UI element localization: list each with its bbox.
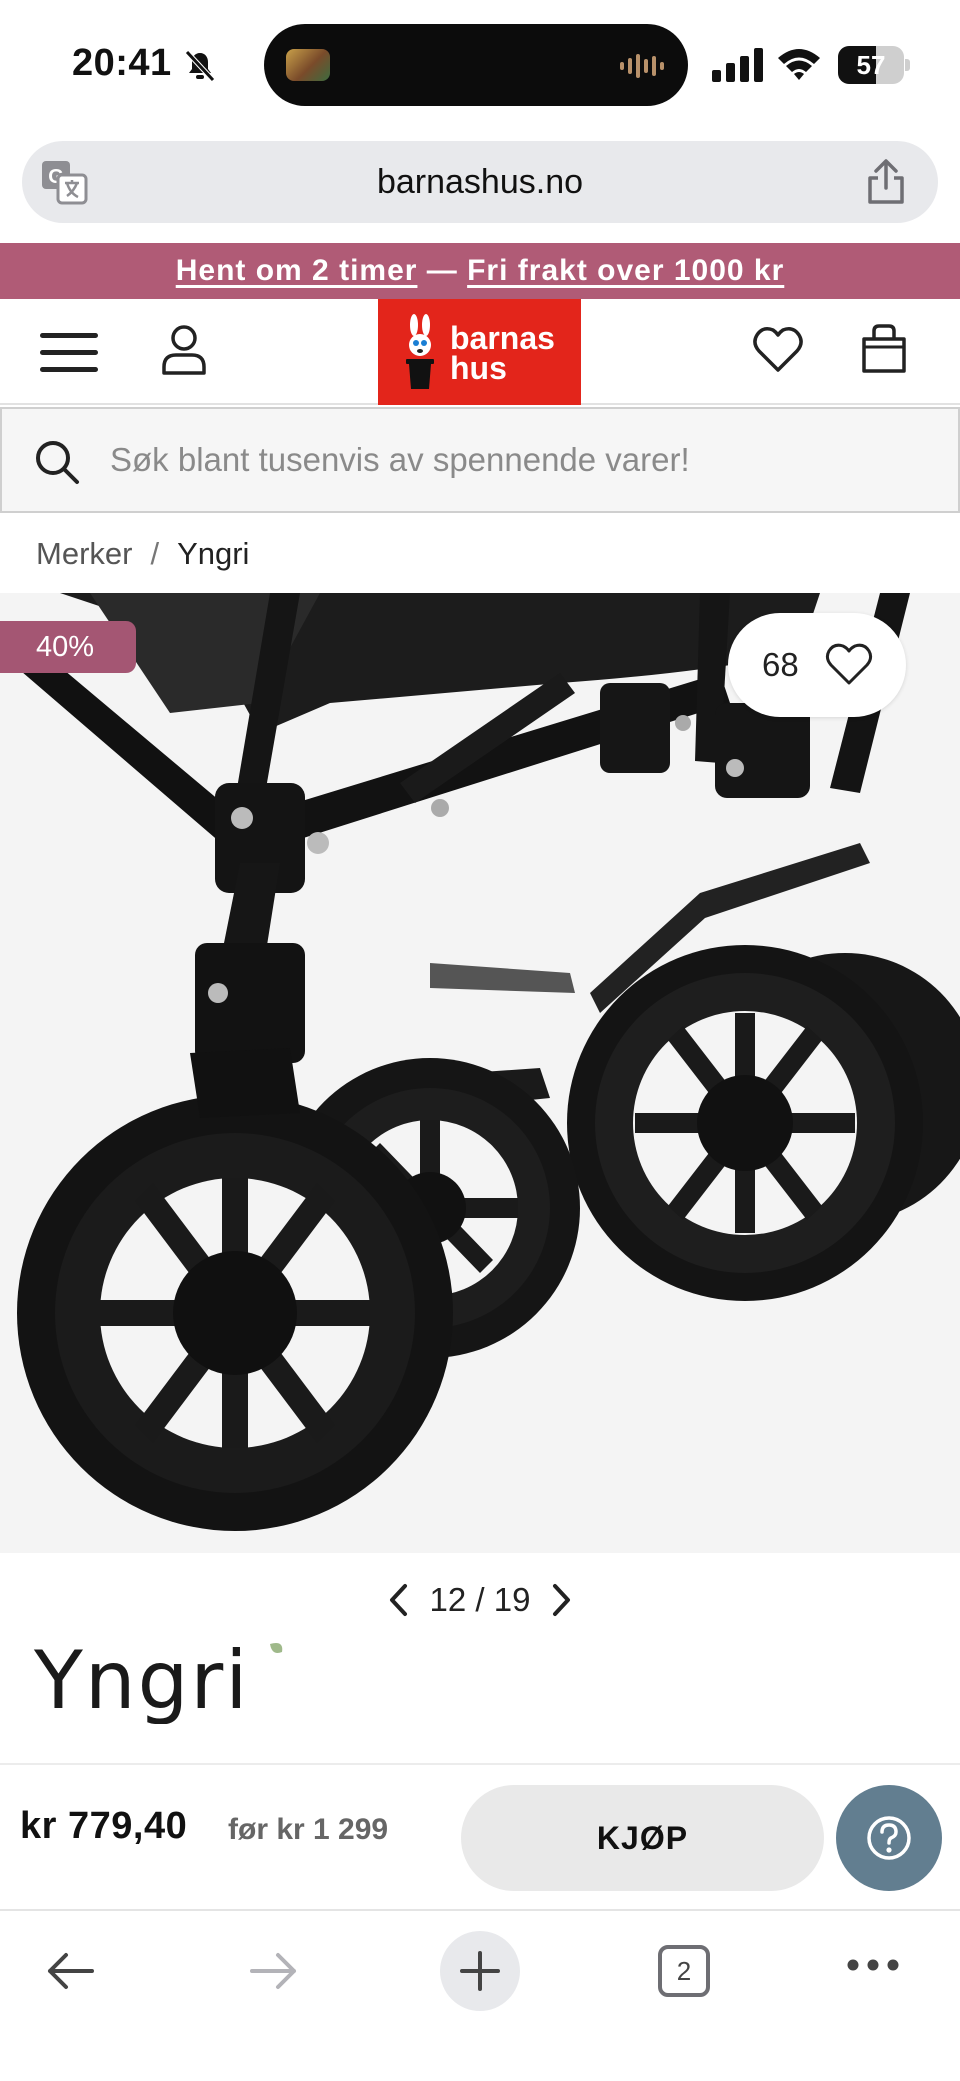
bunny-hat-logo-icon xyxy=(406,314,434,389)
new-tab-button[interactable] xyxy=(440,1931,520,2011)
now-playing-artwork xyxy=(286,49,330,81)
logo-wordmark: barnas hus xyxy=(450,320,555,386)
heart-icon[interactable] xyxy=(752,325,804,375)
dynamic-island xyxy=(264,24,688,106)
signal-icon xyxy=(712,48,763,82)
battery-level: 57 xyxy=(856,50,886,80)
url-text[interactable]: barnashus.no xyxy=(22,141,938,223)
buy-button[interactable]: KJØP xyxy=(461,1785,824,1891)
current-price: kr 779,40 xyxy=(20,1805,188,1847)
wifi-icon xyxy=(778,49,820,80)
breadcrumb-current: Yngri xyxy=(177,536,250,571)
breadcrumb: Merker / Yngri xyxy=(36,532,249,576)
status-bar: 20:41 57 xyxy=(0,0,960,132)
share-icon[interactable] xyxy=(864,158,908,206)
battery-tip xyxy=(905,59,910,71)
logo-line-1: barnas xyxy=(450,320,555,356)
barnashus-logo[interactable]: barnas hus xyxy=(378,299,581,405)
breadcrumb-link-merker[interactable]: Merker xyxy=(36,536,132,571)
favorite-count: 68 xyxy=(762,646,799,683)
plus-icon xyxy=(460,1951,500,1991)
favorite-button[interactable]: 68 xyxy=(728,613,906,717)
audio-wave-icon xyxy=(620,54,664,78)
more-icon[interactable] xyxy=(846,1957,900,1973)
search-input[interactable] xyxy=(110,411,930,509)
bell-slash-icon xyxy=(185,50,215,82)
image-counter: 12 / 19 xyxy=(429,1581,531,1618)
back-arrow-icon[interactable] xyxy=(42,1947,98,1995)
address-bar[interactable]: barnashus.no G xyxy=(22,141,938,223)
search-bar xyxy=(0,407,960,513)
chevron-right-icon[interactable] xyxy=(546,1582,576,1618)
product-image-gallery[interactable]: 40% 68 xyxy=(0,593,960,1553)
promo-banner: Hent om 2 timer — Fri frakt over 1000 kr xyxy=(0,243,960,299)
battery-indicator: 57 xyxy=(838,46,910,84)
image-pager: 12 / 19 xyxy=(0,1572,960,1628)
buy-bar: kr 779,40 før kr 1 299 KJØP xyxy=(0,1763,960,1909)
heart-icon xyxy=(825,643,873,685)
free-shipping-link[interactable]: Fri frakt over 1000 kr xyxy=(467,254,784,287)
battery-body: 57 xyxy=(838,46,904,84)
account-icon[interactable] xyxy=(160,323,208,377)
translate-icon[interactable]: G xyxy=(40,159,88,205)
help-button[interactable] xyxy=(836,1785,942,1891)
search-icon[interactable] xyxy=(34,439,80,485)
question-icon xyxy=(867,1816,911,1860)
breadcrumb-separator: / xyxy=(150,536,160,571)
shopping-bag-icon[interactable] xyxy=(860,323,908,375)
forward-arrow-icon[interactable] xyxy=(246,1947,302,1995)
hamburger-menu-icon[interactable] xyxy=(40,331,98,375)
old-price: før kr 1 299 xyxy=(228,1813,389,1846)
discount-badge: 40% xyxy=(0,621,136,673)
logo-line-2: hus xyxy=(450,350,507,386)
chevron-left-icon[interactable] xyxy=(384,1582,414,1618)
product-image-stroller-wheels[interactable] xyxy=(0,593,960,1553)
browser-toolbar: 2 xyxy=(0,1909,960,2081)
pickup-link[interactable]: Hent om 2 timer xyxy=(176,254,418,287)
promo-separator: — xyxy=(417,254,468,287)
brand-logo-text: Yngri xyxy=(33,1638,249,1724)
tabs-button[interactable]: 2 xyxy=(658,1945,710,1997)
brand-logo-yngri[interactable]: Yngri xyxy=(32,1638,292,1724)
site-header: barnas hus xyxy=(0,299,960,405)
status-time: 20:41 xyxy=(72,42,172,84)
